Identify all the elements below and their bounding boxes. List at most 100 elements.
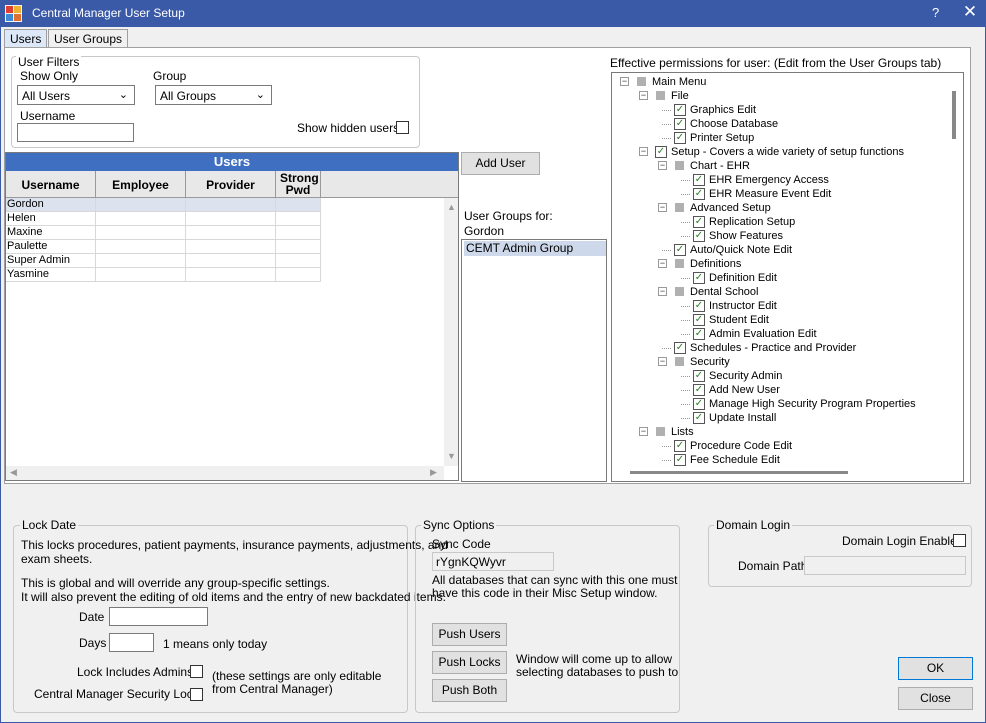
table-row[interactable]: Yasmine <box>6 268 321 282</box>
tree-node[interactable]: ✓ Schedules - Practice and Provider <box>612 341 950 355</box>
tree-node[interactable]: ✓ Show Features <box>612 229 950 243</box>
tree-node[interactable]: ✓ Graphics Edit <box>612 103 950 117</box>
show-only-select[interactable]: All Users ⌄ <box>17 85 135 105</box>
tree-connector <box>662 124 671 125</box>
horizontal-scrollbar[interactable]: ◀ ▶ <box>6 466 444 480</box>
editable-note: (these settings are only editable <box>212 669 382 683</box>
username-input[interactable] <box>17 123 134 142</box>
tree-node[interactable]: ✓ Procedure Code Edit <box>612 439 950 453</box>
ok-button[interactable]: OK <box>898 657 973 680</box>
tree-node[interactable]: ✓ Choose Database <box>612 117 950 131</box>
table-row[interactable]: Paulette <box>6 240 321 254</box>
close-button[interactable]: Close <box>898 687 973 710</box>
tab-user-groups[interactable]: User Groups <box>48 29 129 48</box>
group-value: All Groups <box>160 89 217 103</box>
tree-node[interactable]: ✓ Replication Setup <box>612 215 950 229</box>
collapse-icon[interactable]: − <box>639 427 648 436</box>
collapse-icon[interactable]: − <box>658 259 667 268</box>
vertical-scrollbar[interactable]: ▲ ▼ <box>444 198 458 466</box>
tree-node[interactable]: ✓ Add New User <box>612 383 950 397</box>
push-note-2: selecting databases to push to <box>516 665 679 679</box>
tree-connector <box>662 138 671 139</box>
push-users-button[interactable]: Push Users <box>432 623 507 646</box>
tree-node-label: Replication Setup <box>709 216 796 228</box>
lock-admins-label: Lock Includes Admins <box>77 665 194 679</box>
group-select[interactable]: All Groups ⌄ <box>155 85 272 105</box>
tree-node[interactable]: − File <box>612 89 950 103</box>
tree-vertical-scroll-thumb[interactable] <box>952 91 956 139</box>
help-button[interactable]: ? <box>932 5 939 20</box>
column-header-employee[interactable]: Employee <box>96 171 186 198</box>
collapse-icon[interactable]: − <box>658 357 667 366</box>
collapse-icon[interactable]: − <box>658 161 667 170</box>
user-groups-list: CEMT Admin Group <box>461 239 607 482</box>
column-header-provider[interactable]: Provider <box>186 171 276 198</box>
tree-node-label: Setup - Covers a wide variety of setup f… <box>671 146 904 158</box>
domain-path-field[interactable] <box>804 556 966 575</box>
table-row[interactable]: Maxine <box>6 226 321 240</box>
username-cell: Gordon <box>6 198 96 211</box>
tree-node[interactable]: − Main Menu <box>612 75 950 89</box>
tree-node[interactable]: ✓ Admin Evaluation Edit <box>612 327 950 341</box>
domain-login-enabled-checkbox[interactable] <box>953 534 966 547</box>
tree-node[interactable]: − Security <box>612 355 950 369</box>
table-row[interactable]: Super Admin <box>6 254 321 268</box>
tree-node[interactable]: − Chart - EHR <box>612 159 950 173</box>
tree-node-label: Security <box>690 356 730 368</box>
scroll-right-icon[interactable]: ▶ <box>430 467 437 478</box>
tree-node[interactable]: − Definitions <box>612 257 950 271</box>
scroll-up-icon[interactable]: ▲ <box>447 202 456 212</box>
tree-node[interactable]: ✓ Manage High Security Program Properties <box>612 397 950 411</box>
tree-node-label: Procedure Code Edit <box>690 440 793 452</box>
show-hidden-checkbox[interactable] <box>396 121 409 134</box>
tree-node[interactable]: ✓ Security Admin <box>612 369 950 383</box>
table-row[interactable]: Helen <box>6 212 321 226</box>
tree-node[interactable]: ✓ Definition Edit <box>612 271 950 285</box>
table-cell <box>96 226 186 239</box>
username-cell: Maxine <box>6 226 96 239</box>
checkmark-icon: ✓ <box>674 454 686 466</box>
tree-node[interactable]: ✓ Fee Schedule Edit <box>612 453 950 467</box>
close-window-icon[interactable]: ✕ <box>960 2 980 24</box>
lock-admins-checkbox[interactable] <box>190 665 203 678</box>
tree-node[interactable]: ✓ EHR Measure Event Edit <box>612 187 950 201</box>
tree-node[interactable]: ✓ Update Install <box>612 411 950 425</box>
partial-check-icon <box>637 77 646 86</box>
tree-node-label: Admin Evaluation Edit <box>709 328 817 340</box>
tree-node[interactable]: ✓ Auto/Quick Note Edit <box>612 243 950 257</box>
title-bar: Central Manager User Setup ? ✕ <box>0 0 986 27</box>
tree-node[interactable]: ✓ Instructor Edit <box>612 299 950 313</box>
tree-node-label: Add New User <box>709 384 780 396</box>
tree-node[interactable]: − Dental School <box>612 285 950 299</box>
collapse-icon[interactable]: − <box>639 147 648 156</box>
tree-node[interactable]: − ✓ Setup - Covers a wide variety of setup… <box>612 145 950 159</box>
tree-node[interactable]: ✓ Printer Setup <box>612 131 950 145</box>
checkmark-icon: ✓ <box>693 230 705 242</box>
collapse-icon[interactable]: − <box>658 203 667 212</box>
domain-path-label: Domain Path <box>738 559 808 573</box>
sync-code-field[interactable]: rYgnKQWyvr <box>432 552 554 571</box>
scroll-down-icon[interactable]: ▼ <box>447 451 456 461</box>
push-both-button[interactable]: Push Both <box>432 679 507 702</box>
lock-date-input[interactable] <box>109 607 208 626</box>
collapse-icon[interactable]: − <box>658 287 667 296</box>
table-cell <box>276 212 321 225</box>
collapse-icon[interactable]: − <box>620 77 629 86</box>
list-item[interactable]: CEMT Admin Group <box>464 241 606 256</box>
column-header-username[interactable]: Username <box>6 171 96 198</box>
tree-node[interactable]: ✓ Student Edit <box>612 313 950 327</box>
cm-security-lock-checkbox[interactable] <box>190 688 203 701</box>
tree-node-label: Auto/Quick Note Edit <box>690 244 793 256</box>
add-user-button[interactable]: Add User <box>461 152 540 175</box>
tab-users[interactable]: Users <box>4 29 48 48</box>
tree-node[interactable]: − Advanced Setup <box>612 201 950 215</box>
tree-node[interactable]: − Lists <box>612 425 950 439</box>
scroll-left-icon[interactable]: ◀ <box>10 467 17 478</box>
lock-days-input[interactable] <box>109 633 154 652</box>
collapse-icon[interactable]: − <box>639 91 648 100</box>
tree-horizontal-scroll-thumb[interactable] <box>630 471 848 474</box>
column-header-strong-pwd[interactable]: Strong Pwd <box>276 171 321 198</box>
table-row[interactable]: Gordon <box>6 198 321 212</box>
tree-node[interactable]: ✓ EHR Emergency Access <box>612 173 950 187</box>
push-locks-button[interactable]: Push Locks <box>432 651 507 674</box>
